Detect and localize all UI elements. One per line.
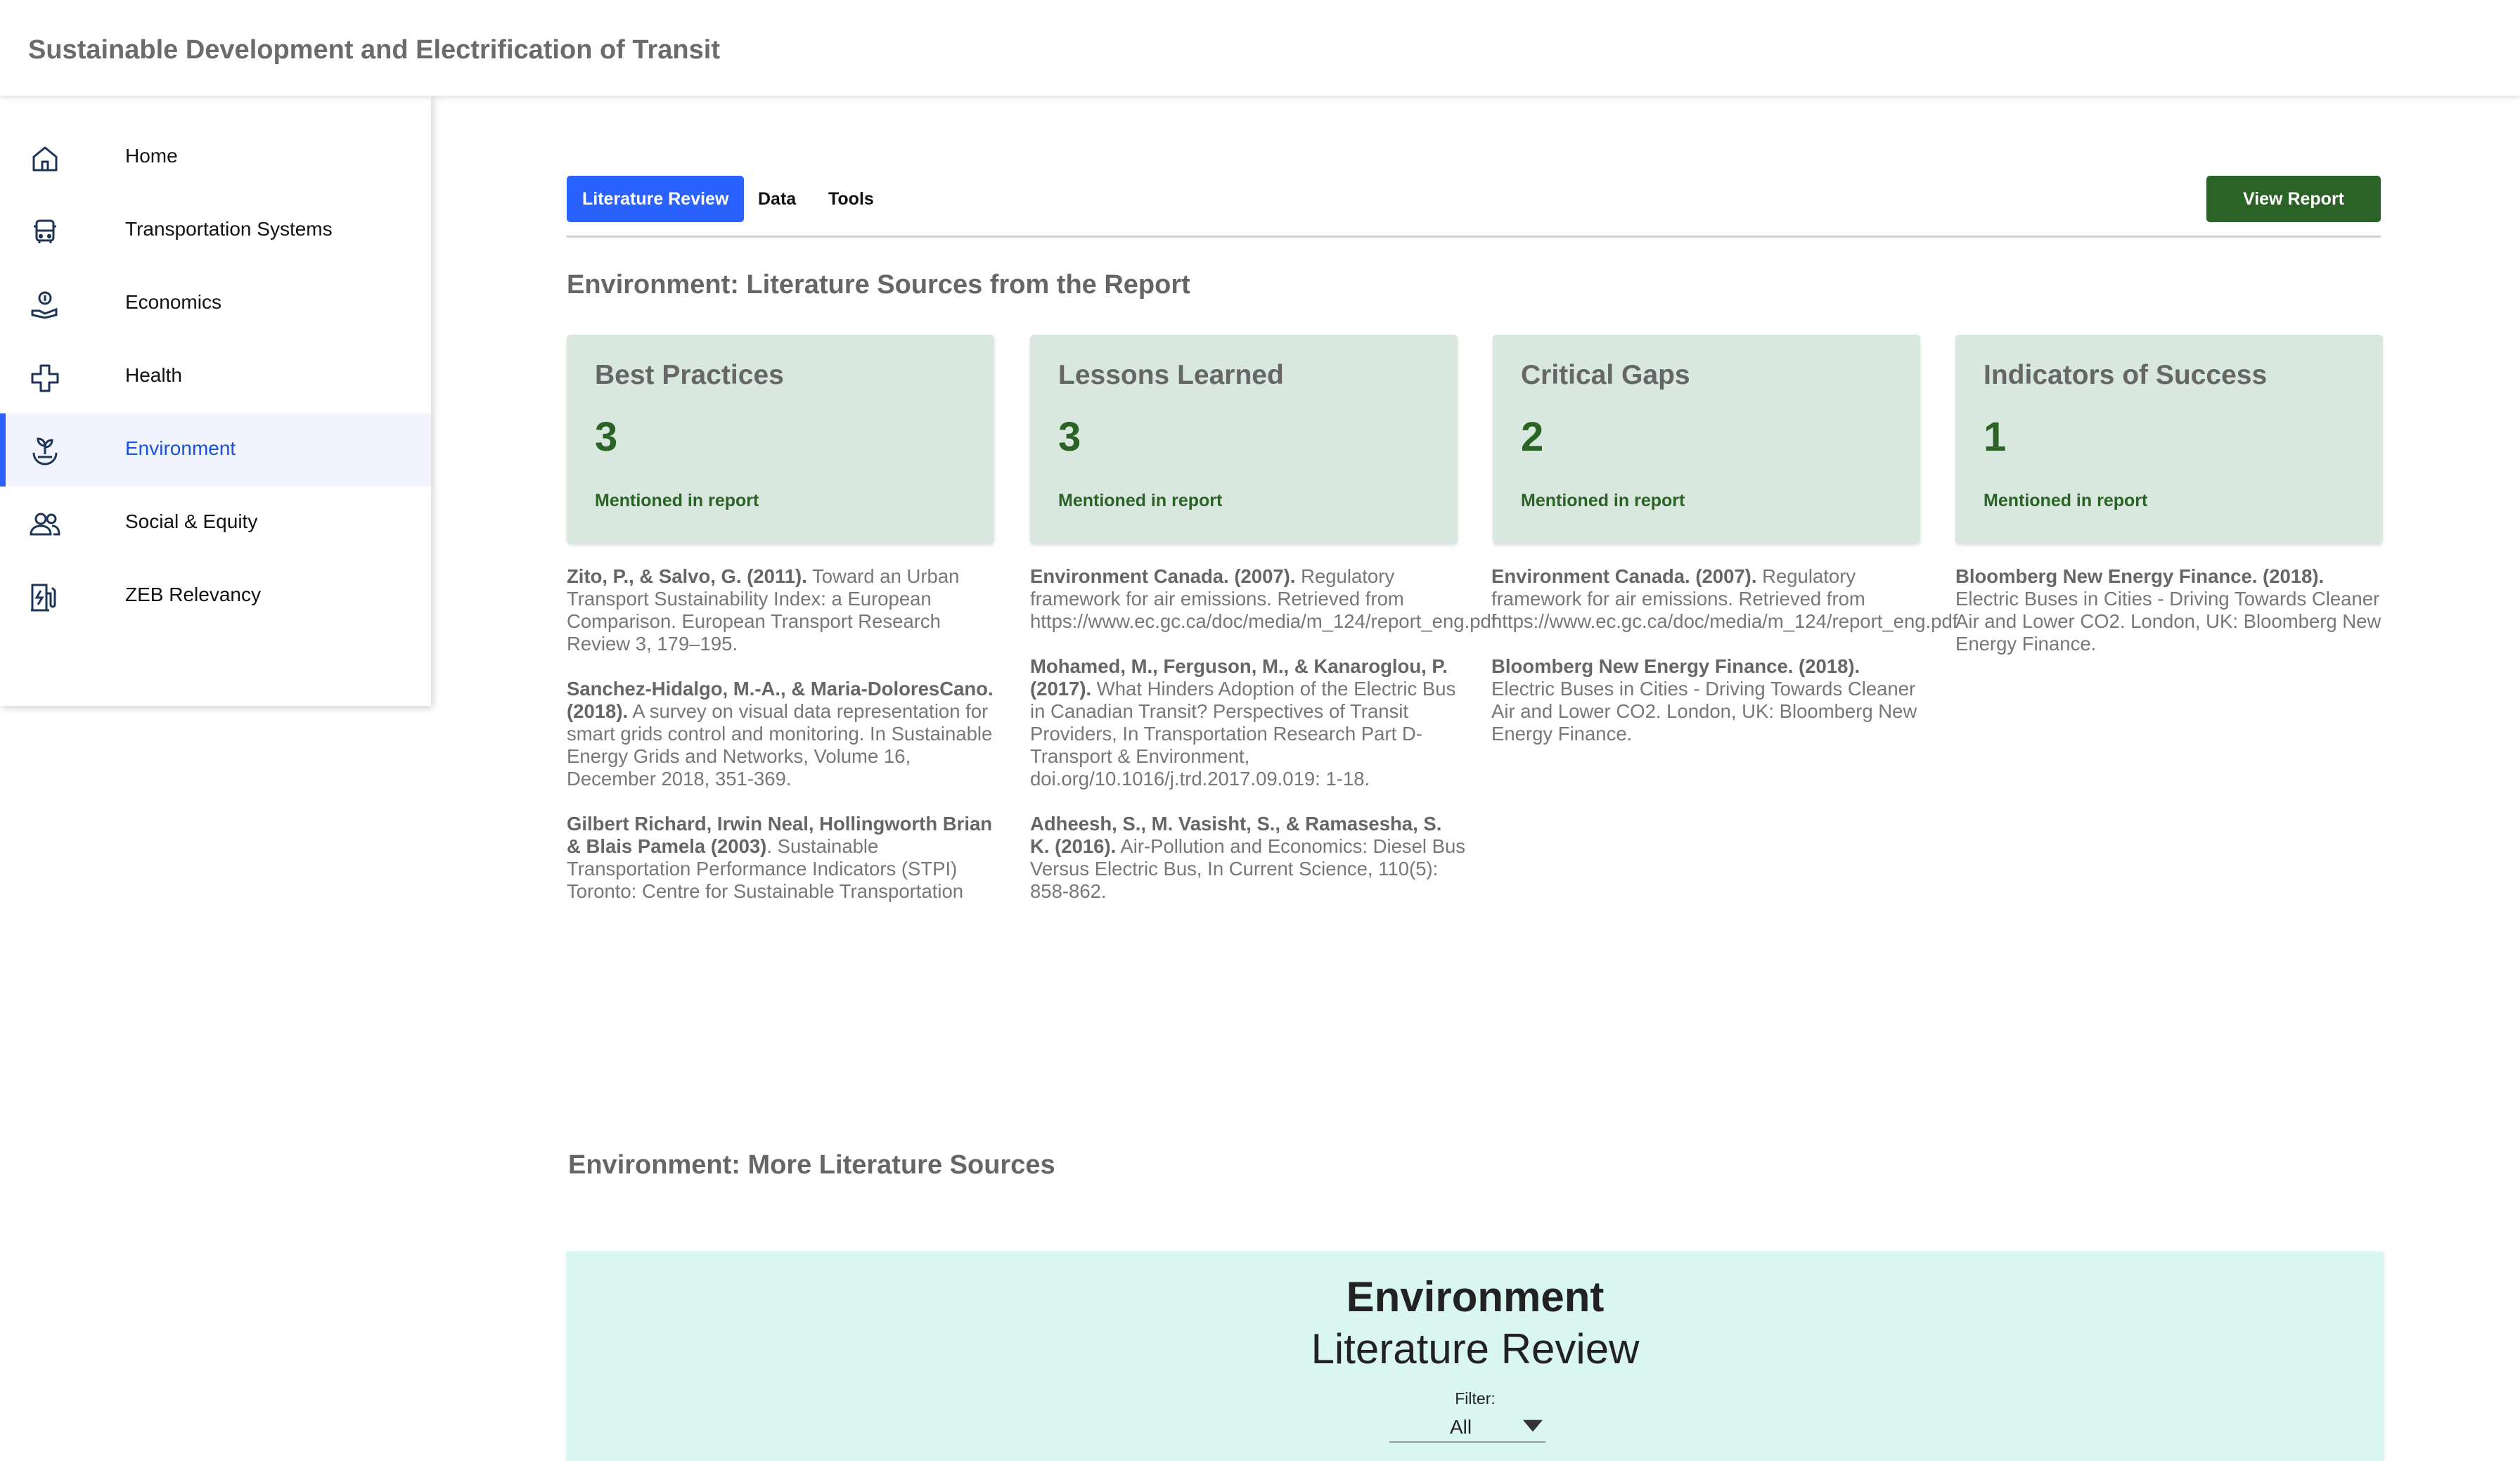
references-best-practices: Zito, P., & Salvo, G. (2011). Toward an …: [567, 565, 1003, 925]
card-best-practices[interactable]: Best Practices 3 Mentioned in report: [567, 335, 994, 544]
card-subtitle: Mentioned in report: [1984, 491, 2148, 510]
home-icon: [32, 146, 58, 172]
card-subtitle: Mentioned in report: [1521, 491, 1685, 510]
bus-icon: [34, 219, 56, 243]
reference-item: Zito, P., & Salvo, G. (2011). Toward an …: [567, 565, 1003, 655]
people-icon: [30, 513, 60, 536]
app-title: Sustainable Development and Electrificat…: [28, 35, 720, 65]
reference-item: Sanchez-Hidalgo, M.-A., & Maria-DoloresC…: [567, 678, 1003, 790]
literature-review-panel: Environment Literature Review Filter: Al…: [567, 1251, 2384, 1461]
sidebar-item-label: Home: [125, 145, 178, 167]
reference-item: Adheesh, S., M. Vasisht, S., & Ramasesha…: [1030, 813, 1466, 903]
tab-tools[interactable]: Tools: [828, 176, 874, 222]
sidebar-item-label: ZEB Relevancy: [125, 584, 261, 605]
health-cross-icon: [31, 364, 59, 392]
plant-hand-icon: [32, 437, 58, 465]
active-indicator: [0, 413, 6, 487]
reference-text: Electric Buses in Cities - Driving Towar…: [1491, 678, 1917, 745]
reference-authors: Environment Canada. (2007).: [1491, 565, 1757, 587]
reference-url: https://www.ec.gc.ca/doc/media/m_124/rep…: [1491, 610, 1958, 632]
references-critical-gaps: Environment Canada. (2007). Regulatory f…: [1491, 565, 1958, 768]
sidebar-item-health[interactable]: Health: [0, 340, 431, 413]
section-title-more-sources: Environment: More Literature Sources: [568, 1150, 1055, 1180]
section-title-report-sources: Environment: Literature Sources from the…: [567, 270, 1190, 300]
sidebar-nav: Home Transportation Systems Economics He…: [0, 96, 431, 706]
card-count: 3: [595, 414, 618, 460]
reference-item: Bloomberg New Energy Finance. (2018). El…: [1955, 565, 2384, 655]
card-subtitle: Mentioned in report: [1058, 491, 1223, 510]
tab-literature-review[interactable]: Literature Review: [567, 176, 745, 222]
card-count: 3: [1058, 414, 1081, 460]
card-title: Lessons Learned: [1058, 360, 1284, 390]
app-header: Sustainable Development and Electrificat…: [0, 0, 2520, 96]
card-count: 2: [1521, 414, 1544, 460]
view-report-button[interactable]: View Report: [2206, 176, 2381, 222]
tab-bar: Literature Review Data Tools View Report: [567, 174, 2381, 238]
tab-data[interactable]: Data: [758, 176, 796, 222]
sidebar-item-label: Transportation Systems: [125, 218, 333, 240]
reference-item: Environment Canada. (2007). Regulatory f…: [1491, 565, 1958, 633]
sidebar-item-label: Economics: [125, 291, 221, 313]
card-title: Best Practices: [595, 360, 784, 390]
reference-item: Bloomberg New Energy Finance. (2018). El…: [1491, 655, 1927, 745]
references-indicators: Bloomberg New Energy Finance. (2018). El…: [1955, 565, 2384, 678]
reference-text: A survey on visual data representation f…: [567, 700, 993, 790]
filter-select[interactable]: All: [1389, 1410, 1545, 1443]
card-indicators-of-success[interactable]: Indicators of Success 1 Mentioned in rep…: [1955, 335, 2383, 544]
reference-authors: Bloomberg New Energy Finance. (2018).: [1955, 565, 2325, 587]
card-subtitle: Mentioned in report: [595, 491, 759, 510]
sidebar-item-label: Health: [125, 364, 182, 386]
panel-title: Environment: [1346, 1273, 1605, 1320]
sidebar-item-label: Environment: [125, 437, 236, 459]
reference-url: https://www.ec.gc.ca/doc/media/m_124/rep…: [1030, 610, 1497, 632]
sidebar-item-transportation-systems[interactable]: Transportation Systems: [0, 194, 431, 267]
reference-item: Environment Canada. (2007). Regulatory f…: [1030, 565, 1496, 633]
card-critical-gaps[interactable]: Critical Gaps 2 Mentioned in report: [1493, 335, 1920, 544]
reference-text: What Hinders Adoption of the Electric Bu…: [1030, 678, 1456, 790]
sidebar-item-social-equity[interactable]: Social & Equity: [0, 487, 431, 560]
chevron-down-icon: [1523, 1420, 1543, 1432]
card-lessons-learned[interactable]: Lessons Learned 3 Mentioned in report: [1030, 335, 1458, 544]
card-title: Critical Gaps: [1521, 360, 1690, 390]
sidebar-item-home[interactable]: Home: [0, 121, 431, 194]
card-count: 1: [1984, 414, 2007, 460]
reference-authors: Environment Canada. (2007).: [1030, 565, 1296, 587]
card-title: Indicators of Success: [1984, 360, 2268, 390]
references-lessons-learned: Environment Canada. (2007). Regulatory f…: [1030, 565, 1496, 925]
reference-authors: Zito, P., & Salvo, G. (2011).: [567, 565, 807, 587]
sidebar-item-economics[interactable]: Economics: [0, 267, 431, 340]
ev-charger-icon: [31, 584, 56, 612]
filter-value: All: [1450, 1416, 1472, 1438]
reference-authors: Bloomberg New Energy Finance. (2018).: [1491, 655, 1860, 677]
reference-item: Mohamed, M., Ferguson, M., & Kanaroglou,…: [1030, 655, 1466, 790]
sidebar-item-environment[interactable]: Environment: [0, 413, 431, 487]
sidebar-item-zeb-relevancy[interactable]: ZEB Relevancy: [0, 560, 431, 633]
filter-label: Filter:: [1455, 1389, 1496, 1408]
hand-money-icon: [31, 291, 58, 319]
reference-item: Gilbert Richard, Irwin Neal, Hollingwort…: [567, 813, 1003, 903]
panel-subtitle: Literature Review: [1311, 1325, 1640, 1372]
reference-text: Electric Buses in Cities - Driving Towar…: [1955, 588, 2381, 655]
sidebar-item-label: Social & Equity: [125, 510, 258, 532]
